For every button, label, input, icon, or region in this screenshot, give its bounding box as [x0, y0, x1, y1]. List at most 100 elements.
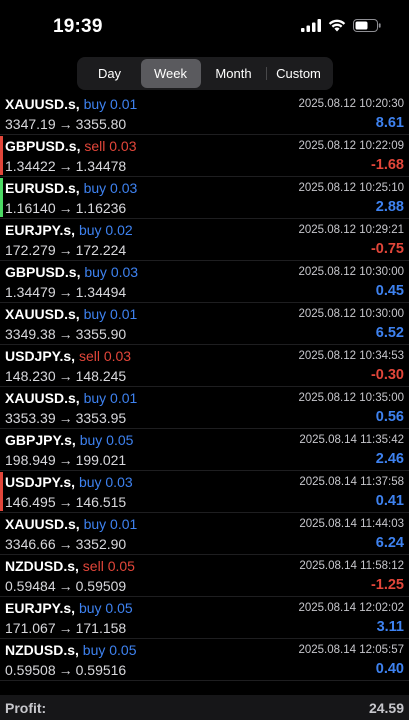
deal-side: sell 0.03: [78, 348, 132, 364]
arrow-icon: →: [58, 158, 73, 174]
arrow-icon: →: [58, 536, 73, 552]
deal-time: 2025.08.12 10:30:00: [298, 308, 404, 320]
deal-symbol: GBPJPY.s,: [5, 432, 76, 448]
close-price: 148.245: [75, 368, 127, 384]
profit-label: Profit:: [5, 700, 47, 716]
deal-title: GBPUSD.s, buy 0.03: [5, 264, 138, 280]
deal-side: buy 0.03: [78, 474, 133, 490]
deal-title: EURUSD.s, buy 0.03: [5, 180, 137, 196]
tab-month[interactable]: Month: [201, 59, 267, 88]
deal-row[interactable]: GBPJPY.s, buy 0.05 198.949 → 199.021 2025.08…: [0, 429, 409, 471]
close-price: 0.59509: [75, 578, 127, 594]
deal-symbol: NZDUSD.s,: [5, 642, 79, 658]
deal-side: buy 0.03: [83, 180, 138, 196]
deal-side: buy 0.01: [83, 516, 138, 532]
deal-symbol: GBPUSD.s,: [5, 138, 81, 154]
deal-time: 2025.08.14 12:02:02: [298, 602, 404, 614]
open-price: 3349.38: [5, 326, 56, 342]
deal-time: 2025.08.14 11:58:12: [299, 560, 404, 572]
deal-time: 2025.08.12 10:25:10: [298, 182, 404, 194]
deal-row[interactable]: NZDUSD.s, sell 0.05 0.59484 → 0.59509 2025.0…: [0, 555, 409, 597]
deal-time: 2025.08.12 10:34:53: [298, 350, 404, 362]
deal-prices: 1.34479 → 1.34494: [5, 284, 126, 300]
deal-prices: 0.59508 → 0.59516: [5, 662, 126, 678]
deal-profit: 0.56: [375, 409, 404, 425]
period-selector-wrap: Day Week Month Custom: [0, 57, 409, 90]
deal-row[interactable]: GBPUSD.s, sell 0.03 1.34422 → 1.34478 2025.0…: [0, 135, 409, 177]
deal-side: buy 0.05: [78, 600, 133, 616]
deal-prices: 171.067 → 171.158: [5, 620, 126, 636]
deal-title: EURJPY.s, buy 0.02: [5, 222, 133, 238]
deal-prices: 3346.66 → 3352.90: [5, 536, 126, 552]
open-price: 0.59484: [5, 578, 56, 594]
arrow-icon: →: [58, 620, 73, 636]
close-price: 3352.90: [75, 536, 127, 552]
deal-prices: 0.59484 → 0.59509: [5, 578, 126, 594]
deal-time: 2025.08.12 10:35:00: [298, 392, 404, 404]
close-price: 1.16236: [75, 200, 127, 216]
open-price: 0.59508: [5, 662, 56, 678]
deal-row[interactable]: XAUUSD.s, buy 0.01 3346.66 → 3352.90 2025.08…: [0, 513, 409, 555]
deal-symbol: GBPUSD.s,: [5, 264, 81, 280]
deal-row[interactable]: EURJPY.s, buy 0.02 172.279 → 172.224 2025.08…: [0, 219, 409, 261]
deal-profit: 3.11: [376, 619, 404, 635]
deal-symbol: EURUSD.s,: [5, 180, 80, 196]
deal-symbol: EURJPY.s,: [5, 222, 76, 238]
deal-profit: -1.68: [370, 157, 404, 173]
deal-row[interactable]: XAUUSD.s, buy 0.01 3353.39 → 3353.95 2025.08…: [0, 387, 409, 429]
deal-row[interactable]: XAUUSD.s, buy 0.01 3347.19 → 3355.80 2025.08…: [0, 93, 409, 135]
deal-title: NZDUSD.s, buy 0.05: [5, 642, 137, 658]
deal-prices: 148.230 → 148.245: [5, 368, 126, 384]
deal-row[interactable]: EURUSD.s, buy 0.03 1.16140 → 1.16236 2025.08…: [0, 177, 409, 219]
deal-title: XAUUSD.s, buy 0.01: [5, 390, 137, 406]
deal-time: 2025.08.14 11:44:03: [299, 518, 404, 530]
open-price: 1.34422: [5, 158, 56, 174]
row-marker: [0, 472, 3, 511]
tab-week[interactable]: Week: [140, 59, 201, 88]
deal-prices: 3349.38 → 3355.90: [5, 326, 126, 342]
deal-time: 2025.08.14 11:35:42: [299, 434, 404, 446]
deal-title: USDJPY.s, buy 0.03: [5, 474, 133, 490]
deal-symbol: USDJPY.s,: [5, 348, 76, 364]
deal-row[interactable]: EURJPY.s, buy 0.05 171.067 → 171.158 2025.08…: [0, 597, 409, 639]
open-price: 146.495: [5, 494, 56, 510]
wifi-icon: [328, 19, 346, 32]
row-marker: [0, 136, 3, 175]
arrow-icon: →: [58, 578, 73, 594]
open-price: 172.279: [5, 242, 56, 258]
close-price: 199.021: [75, 452, 127, 468]
deal-side: sell 0.03: [84, 138, 137, 154]
arrow-icon: →: [58, 452, 73, 468]
deal-profit: -1.25: [370, 577, 404, 593]
open-price: 171.067: [5, 620, 56, 636]
close-price: 3355.80: [75, 116, 127, 132]
deal-prices: 3353.39 → 3353.95: [5, 410, 126, 426]
deal-profit: 2.46: [375, 451, 404, 467]
deal-row[interactable]: NZDUSD.s, buy 0.05 0.59508 → 0.59516 2025.08…: [0, 639, 409, 681]
status-bar: 19:39: [0, 0, 409, 52]
profit-summary: Profit: 24.59: [0, 695, 409, 720]
deal-prices: 3347.19 → 3355.80: [5, 116, 126, 132]
open-price: 1.34479: [5, 284, 56, 300]
deal-symbol: NZDUSD.s,: [5, 558, 79, 574]
deal-prices: 1.16140 → 1.16236: [5, 200, 126, 216]
deal-row[interactable]: GBPUSD.s, buy 0.03 1.34479 → 1.34494 2025.08…: [0, 261, 409, 303]
deal-row[interactable]: XAUUSD.s, buy 0.01 3349.38 → 3355.90 2025.08…: [0, 303, 409, 345]
deal-title: XAUUSD.s, buy 0.01: [5, 516, 137, 532]
deal-row[interactable]: USDJPY.s, sell 0.03 148.230 → 148.245 2025.0…: [0, 345, 409, 387]
arrow-icon: →: [58, 410, 73, 426]
deal-profit: 0.41: [375, 493, 404, 509]
tab-day[interactable]: Day: [79, 59, 141, 88]
arrow-icon: →: [58, 326, 73, 342]
deal-title: XAUUSD.s, buy 0.01: [5, 306, 137, 322]
deal-prices: 1.34422 → 1.34478: [5, 158, 126, 174]
deal-side: buy 0.01: [83, 306, 138, 322]
deal-profit: 6.24: [375, 535, 404, 551]
deal-row[interactable]: USDJPY.s, buy 0.03 146.495 → 146.515 2025.08…: [0, 471, 409, 513]
open-price: 1.16140: [5, 200, 56, 216]
tab-custom[interactable]: Custom: [267, 59, 331, 88]
arrow-icon: →: [58, 494, 73, 510]
deal-symbol: XAUUSD.s,: [5, 516, 80, 532]
open-price: 3347.19: [5, 116, 56, 132]
deal-title: GBPJPY.s, buy 0.05: [5, 432, 133, 448]
